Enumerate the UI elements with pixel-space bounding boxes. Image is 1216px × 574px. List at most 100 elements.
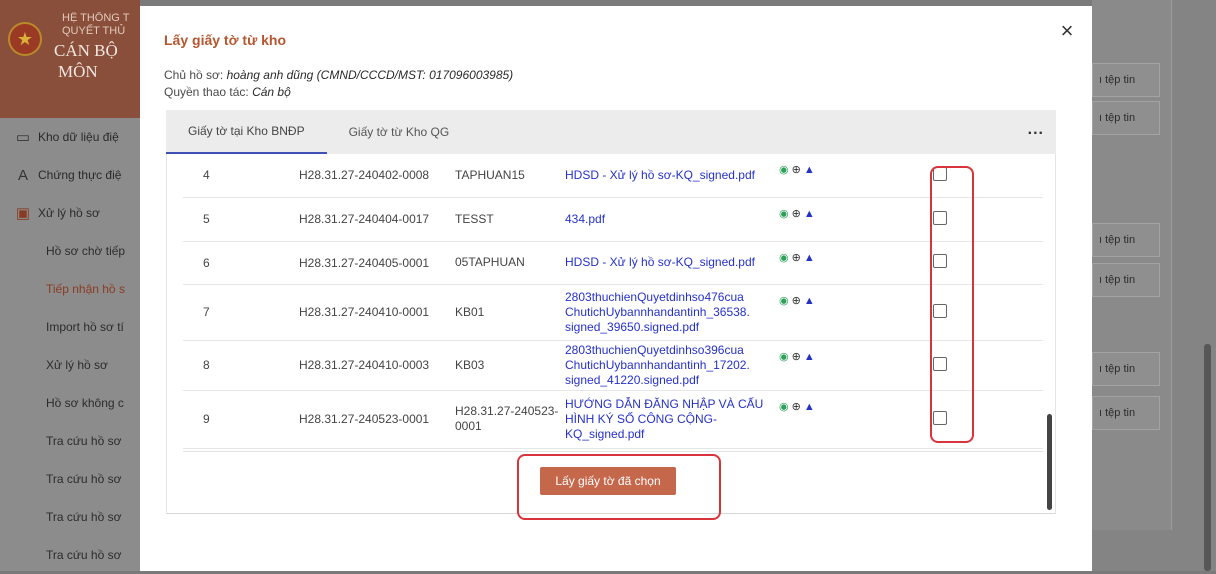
upload-file-button[interactable]: ı tệp tin [1092,63,1160,97]
table-row: 4 H28.31.27-240402-0008 TAPHUAN15 HDSD - Xử… [183,154,1043,198]
system-name-line1: HỆ THỐNG T [62,12,130,24]
record-code: H28.31.27-240404-0017 [289,197,453,242]
file-cell: 2803thuchienQuyetdinhso396cua ChutichUyb… [565,340,777,391]
status-icons: ◉ ⊕ ▲ [777,241,931,285]
file-cell: HDSD - Xử lý hồ sơ-KQ_signed.pdf [565,241,777,285]
permission-label: Quyền thao tác: [164,85,249,99]
upload-file-button[interactable]: ı tệp tin [1092,263,1160,297]
submenu-item[interactable]: Xử lý hồ sơ [0,346,140,384]
table-row: 7 H28.31.27-240410-0001 KB01 2803thuchienQu… [183,284,1043,341]
verified-shield-icon: ◉ [779,207,789,220]
record-name: TAPHUAN15 [453,154,565,198]
record-name: KB03 [453,340,565,391]
storage-document-dialog: Lấy giấy tờ từ kho × Chủ hồ sơ: hoàng an… [140,6,1092,571]
dialog-title: Lấy giấy tờ từ kho [164,32,287,48]
globe-icon: ⊕ [791,164,801,176]
submenu-item-active[interactable]: Tiếp nhận hồ s [0,270,140,308]
submenu-item[interactable]: Tra cứu hồ sơ [0,422,140,460]
submenu-item[interactable]: Hồ sơ không c [0,384,140,422]
file-cell: HƯỚNG DẪN ĐĂNG NHẬP VÀ CẤU HÌNH KÝ SỐ CÔ… [565,390,777,449]
file-link[interactable]: 2803thuchienQuyetdinhso476cua ChutichUyb… [565,290,750,334]
role-name-line2: MÔN [58,62,98,81]
file-link[interactable]: HƯỚNG DẪN ĐĂNG NHẬP VÀ CẤU HÌNH KÝ SỐ CÔ… [565,397,763,441]
verified-shield-icon: ◉ [779,294,789,307]
tab-local-storage[interactable]: Giấy tờ tại Kho BNĐP [166,110,327,154]
file-cell: 434.pdf [565,197,777,242]
app-header: ★ HỆ THỐNG T QUYẾT THỦ CÁN BỘ MÔN [0,0,140,118]
table-row: 8 H28.31.27-240410-0003 KB03 2803thuchienQu… [183,340,1043,391]
owner-label: Chủ hồ sơ: [164,68,224,82]
globe-icon: ⊕ [791,350,801,363]
file-cell: 2803thuchienQuyetdinhso476cua ChutichUyb… [565,284,777,341]
tab-national-storage[interactable]: Giấy tờ từ Kho QG [327,110,472,154]
submenu-item[interactable]: Import hồ sơ tí [0,308,140,346]
status-icons: ◉ ⊕ ▲ [777,340,931,391]
verified-shield-icon: ◉ [779,164,789,176]
globe-icon: ⊕ [791,294,801,307]
folder-icon: ▣ [15,205,31,222]
globe-icon: ⊕ [791,207,801,220]
role-name: CÁN BỘ MÔN [54,40,140,82]
document-table: 4 H28.31.27-240402-0008 TAPHUAN15 HDSD - Xử… [183,154,1043,452]
more-icon[interactable]: ... [1028,122,1044,138]
record-name: 05TAPHUAN [453,241,565,285]
person-icon: ▲ [803,251,815,264]
upload-file-button[interactable]: ı tệp tin [1092,396,1160,430]
person-icon: ▲ [803,350,815,363]
file-link[interactable]: HDSD - Xử lý hồ sơ-KQ_signed.pdf [565,255,755,269]
national-emblem-logo: ★ [8,22,42,56]
person-icon: ▲ [803,164,815,176]
row-number: 7 [183,284,289,341]
record-code: H28.31.27-240410-0003 [289,340,453,391]
sidebar-menu: ▭ Kho dữ liệu điệ A Chứng thực điệ ▣ Xử … [0,118,140,574]
sidebar-item-certify[interactable]: A Chứng thực điệ [0,156,140,194]
file-link[interactable]: 434.pdf [565,212,605,226]
system-name: HỆ THỐNG T QUYẾT THỦ [62,12,140,38]
row-number: 6 [183,241,289,285]
upload-file-button[interactable]: ı tệp tin [1092,101,1160,135]
upload-file-button[interactable]: ı tệp tin [1092,223,1160,257]
role-name-line1: CÁN BỘ [54,41,118,60]
record-name: TESST [453,197,565,242]
row-number: 4 [183,154,289,198]
person-icon: ▲ [803,294,815,307]
status-icons: ◉ ⊕ ▲ [777,284,931,341]
submenu-item[interactable]: Tra cứu hồ sơ [0,498,140,536]
record-code: H28.31.27-240402-0008 [289,154,453,198]
signature-icon: A [17,166,28,184]
owner-value: hoàng anh dũng (CMND/CCCD/MST: 017096003… [226,68,514,82]
table-row: 6 H28.31.27-240405-0001 05TAPHUAN HDSD - Xử… [183,241,1043,285]
row-number: 8 [183,340,289,391]
submenu-item[interactable]: Tra cứu hồ sơ [0,460,140,498]
tab-bar: Giấy tờ tại Kho BNĐP Giấy tờ từ Kho QG .… [166,110,1056,154]
page-scrollbar[interactable] [1204,344,1211,571]
sidebar-item-label: Kho dữ liệu điệ [38,130,119,144]
submenu-item[interactable]: Tra cứu hồ sơ [0,536,140,574]
permission-info: Quyền thao tác: Cán bộ [164,85,291,99]
globe-icon: ⊕ [791,400,801,413]
person-icon: ▲ [803,400,815,413]
verified-shield-icon: ◉ [779,251,789,264]
table-row: 5 H28.31.27-240404-0017 TESST 434.pdf ◉ ⊕ ▲ [183,197,1043,242]
close-icon[interactable]: × [1056,20,1078,42]
sidebar-item-process[interactable]: ▣ Xử lý hồ sơ [0,194,140,232]
verified-shield-icon: ◉ [779,400,789,413]
submenu-item[interactable]: Hồ sơ chờ tiếp [0,232,140,270]
table-scrollbar[interactable] [1047,414,1052,510]
upload-file-button[interactable]: ı tệp tin [1092,352,1160,386]
file-link[interactable]: 2803thuchienQuyetdinhso396cua ChutichUyb… [565,343,750,387]
verified-shield-icon: ◉ [779,350,789,363]
file-link[interactable]: HDSD - Xử lý hồ sơ-KQ_signed.pdf [565,168,755,182]
archive-icon: ▭ [15,129,31,146]
row-number: 9 [183,390,289,449]
checkbox-column-highlight [930,166,974,443]
sidebar-item-label: Chứng thực điệ [38,168,122,182]
submit-button-highlight [517,454,721,520]
sidebar-item-storage[interactable]: ▭ Kho dữ liệu điệ [0,118,140,156]
status-icons: ◉ ⊕ ▲ [777,154,931,198]
globe-icon: ⊕ [791,251,801,264]
status-icons: ◉ ⊕ ▲ [777,197,931,242]
sidebar-item-label: Xử lý hồ sơ [38,206,100,220]
system-name-line2: QUYẾT THỦ [62,25,126,37]
row-number: 5 [183,197,289,242]
